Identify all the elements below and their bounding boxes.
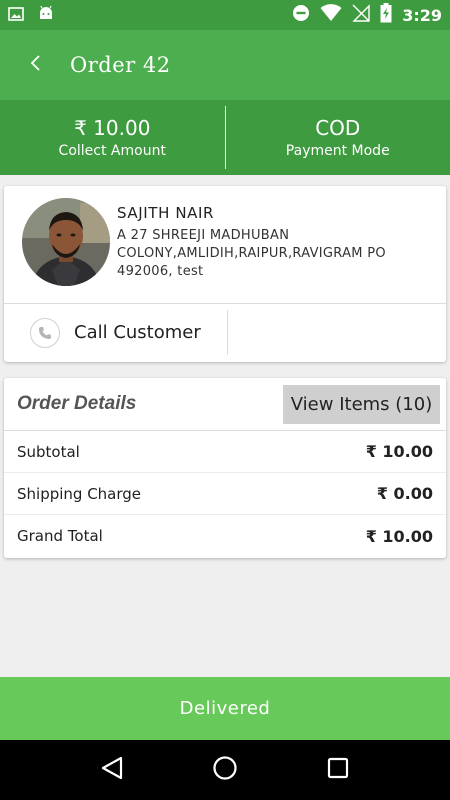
order-row-subtotal: Subtotal ₹ 10.00: [4, 431, 446, 473]
row-label: Shipping Charge: [17, 484, 142, 503]
back-button[interactable]: [0, 30, 70, 100]
nav-home-button[interactable]: [195, 740, 255, 800]
row-value: ₹ 0.00: [376, 484, 433, 503]
row-value: ₹ 10.00: [365, 442, 433, 461]
delivered-button[interactable]: Delivered: [0, 677, 450, 740]
nav-back-button[interactable]: [82, 740, 142, 800]
call-customer-label: Call Customer: [74, 322, 201, 343]
nav-recents-button[interactable]: [308, 740, 368, 800]
call-row: Call Customer: [4, 304, 446, 361]
phone-icon: [30, 317, 60, 348]
payment-mode-value: COD: [315, 115, 361, 140]
order-details-title: Order Details: [17, 393, 137, 414]
status-time: 3:29: [402, 5, 442, 25]
do-not-disturb-icon: [292, 4, 310, 26]
battery-charging-icon: [380, 3, 392, 27]
image-icon: [8, 6, 24, 25]
row-value: ₹ 10.00: [365, 526, 433, 546]
android-icon: [38, 5, 54, 25]
order-row-grand-total: Grand Total ₹ 10.00: [4, 515, 446, 557]
order-summary: ₹ 10.00 Collect Amount COD Payment Mode: [0, 100, 450, 175]
back-triangle-icon: [101, 756, 123, 784]
row-label: Grand Total: [17, 527, 103, 545]
arrow-left-icon: [29, 54, 41, 76]
view-items-button[interactable]: View Items (10): [283, 384, 440, 424]
customer-info: SAJITH NAIR A 27 SHREEJI MADHUBAN COLONY…: [4, 186, 446, 304]
avatar: [22, 198, 110, 286]
customer-card: SAJITH NAIR A 27 SHREEJI MADHUBAN COLONY…: [4, 186, 446, 362]
collect-amount-cell: ₹ 10.00 Collect Amount: [0, 100, 225, 175]
summary-divider: [224, 106, 226, 169]
page-title: Order 42: [70, 53, 171, 77]
order-details-header: Order Details View Items (10): [4, 378, 446, 431]
payment-mode-cell: COD Payment Mode: [226, 100, 450, 175]
collect-amount-label: Collect Amount: [58, 142, 166, 159]
recents-square-icon: [327, 757, 349, 783]
wifi-icon: [320, 4, 342, 26]
app-bar: Order 42: [0, 30, 450, 100]
order-details-card: Order Details View Items (10) Subtotal ₹…: [4, 378, 446, 558]
status-bar: 3:29: [0, 0, 450, 30]
no-sim-icon: [352, 4, 370, 26]
payment-mode-label: Payment Mode: [285, 142, 390, 159]
customer-address: A 27 SHREEJI MADHUBAN COLONY,AMLIDIH,RAI…: [117, 228, 386, 279]
home-circle-icon: [212, 755, 238, 785]
customer-name: SAJITH NAIR: [117, 204, 215, 222]
order-row-shipping: Shipping Charge ₹ 0.00: [4, 473, 446, 515]
call-customer-button[interactable]: Call Customer: [4, 310, 228, 355]
navigation-bar: [0, 740, 450, 800]
collect-amount-value: ₹ 10.00: [74, 115, 151, 140]
row-label: Subtotal: [17, 442, 80, 461]
